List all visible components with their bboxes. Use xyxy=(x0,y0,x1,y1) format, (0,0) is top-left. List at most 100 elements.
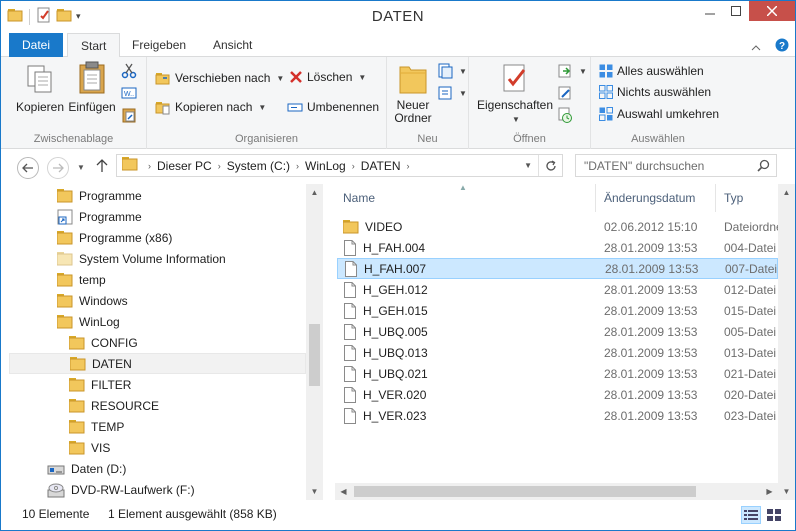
help-icon[interactable]: ? xyxy=(775,38,789,55)
easy-access-icon xyxy=(438,86,452,100)
tree-item-daten[interactable]: DATEN xyxy=(9,353,306,374)
list-scroll-down-icon[interactable]: ▼ xyxy=(778,483,795,500)
move-to-button[interactable]: Verschieben nach ▼ xyxy=(155,70,284,86)
cut-button[interactable] xyxy=(121,63,137,79)
refresh-button[interactable] xyxy=(538,155,562,176)
tab-view[interactable]: Ansicht xyxy=(200,33,265,57)
folder-icon xyxy=(70,356,86,371)
select-all-button[interactable]: Alles auswählen xyxy=(599,64,704,78)
paste-button[interactable]: Einfügen xyxy=(67,61,117,114)
recent-locations-icon[interactable]: ▼ xyxy=(77,163,85,172)
copy-to-button[interactable]: Kopieren nach ▼ xyxy=(155,99,266,115)
details-view-button[interactable] xyxy=(741,506,761,524)
breadcrumb-system-c[interactable]: System (C:) › xyxy=(227,159,305,173)
tree-item-windows[interactable]: Windows xyxy=(57,290,128,311)
scroll-down-icon[interactable]: ▼ xyxy=(306,483,323,500)
invert-selection-label: Auswahl umkehren xyxy=(617,107,720,121)
edit-button[interactable] xyxy=(557,85,573,101)
paste-label: Einfügen xyxy=(68,100,116,114)
file-row[interactable]: H_GEH.012 28.01.2009 13:53 012-Datei xyxy=(337,279,778,300)
search-input[interactable]: "DATEN" durchsuchen xyxy=(575,154,777,177)
tab-home[interactable]: Start xyxy=(67,33,121,58)
file-row[interactable]: H_VER.020 28.01.2009 13:53 020-Datei xyxy=(337,384,778,405)
file-list-scrollbar[interactable]: ▲ ▼ xyxy=(778,184,795,500)
scroll-left-icon[interactable]: ◀ xyxy=(335,483,352,500)
tree-item-temp[interactable]: temp xyxy=(57,269,106,290)
back-button[interactable] xyxy=(17,157,39,179)
crumb-separator-icon[interactable]: › xyxy=(148,161,151,171)
tree-item-winlog[interactable]: WinLog xyxy=(57,311,120,332)
file-row[interactable]: H_UBQ.021 28.01.2009 13:53 021-Datei xyxy=(337,363,778,384)
tree-item-label: temp xyxy=(79,272,106,287)
tree-item-programme[interactable]: Programme xyxy=(57,185,142,206)
forward-button[interactable] xyxy=(47,157,69,179)
easy-access-button[interactable]: ▼ xyxy=(437,85,467,101)
scroll-up-icon[interactable]: ▲ xyxy=(306,184,323,201)
tree-item-label: DATEN xyxy=(92,356,132,371)
horizontal-scrollbar-thumb[interactable] xyxy=(354,486,696,497)
tree-item-dvd-rw-laufwerk-f[interactable]: DVD-RW-Laufwerk (F:) xyxy=(47,479,195,500)
tree-item-temp[interactable]: TEMP xyxy=(69,416,124,437)
scrollbar-thumb[interactable] xyxy=(309,324,320,386)
tree-item-filter[interactable]: FILTER xyxy=(69,374,131,395)
collapse-ribbon-icon[interactable] xyxy=(751,40,761,54)
tree-item-vis[interactable]: VIS xyxy=(69,437,110,458)
folder-icon xyxy=(57,188,73,203)
folder-icon xyxy=(69,377,85,392)
tree-item-label: System Volume Information xyxy=(79,251,226,266)
address-bar[interactable]: › Dieser PC › System (C:) › WinLog › DATEN ›… xyxy=(116,154,563,177)
list-scroll-up-icon[interactable]: ▲ xyxy=(778,184,795,201)
rename-button[interactable]: Umbenennen xyxy=(287,99,379,115)
tree-item-resource[interactable]: RESOURCE xyxy=(69,395,159,416)
address-history-icon[interactable]: ▼ xyxy=(524,161,532,170)
tab-file[interactable]: Datei xyxy=(9,33,64,57)
invert-selection-button[interactable]: Auswahl umkehren xyxy=(599,107,719,121)
new-folder-button[interactable]: Neuer Ordner xyxy=(393,61,433,125)
tree-item-daten-d[interactable]: Daten (D:) xyxy=(47,458,126,479)
file-name-cell: H_FAH.004 xyxy=(343,239,425,256)
file-row[interactable]: H_FAH.004 28.01.2009 13:53 004-Datei xyxy=(337,237,778,258)
maximize-button[interactable] xyxy=(723,1,749,21)
tree-item-label: DVD-RW-Laufwerk (F:) xyxy=(71,482,195,497)
refresh-icon xyxy=(545,159,556,171)
open-button[interactable]: ▼ xyxy=(557,63,587,79)
copy-path-button[interactable]: W.. xyxy=(121,85,137,101)
navigation-pane-scrollbar[interactable]: ▲ ▼ xyxy=(306,184,323,500)
breadcrumb-winlog[interactable]: WinLog › xyxy=(305,159,361,173)
properties-button[interactable]: Eigenschaften ▼ xyxy=(475,63,555,126)
select-none-label: Nichts auswählen xyxy=(617,85,712,99)
tree-item-label: TEMP xyxy=(91,419,125,434)
search-icon[interactable] xyxy=(757,159,770,175)
file-row[interactable]: H_UBQ.013 28.01.2009 13:53 013-Datei xyxy=(337,342,778,363)
scroll-right-icon[interactable]: ▶ xyxy=(761,483,778,500)
file-row[interactable]: H_GEH.015 28.01.2009 13:53 015-Datei xyxy=(337,300,778,321)
new-item-button[interactable]: ▼ xyxy=(437,63,467,79)
large-icons-view-button[interactable] xyxy=(764,506,784,524)
file-row[interactable]: H_FAH.007 28.01.2009 13:53 007-Datei xyxy=(337,258,778,279)
tree-item-system-volume-information[interactable]: System Volume Information xyxy=(57,248,226,269)
delete-button[interactable]: Löschen ▼ xyxy=(289,70,366,84)
breadcrumb-this-pc[interactable]: Dieser PC › xyxy=(157,159,227,173)
breadcrumb-daten[interactable]: DATEN › xyxy=(361,159,416,173)
close-button[interactable] xyxy=(749,1,795,21)
tree-item-config[interactable]: CONFIG xyxy=(69,332,138,353)
svg-text:W..: W.. xyxy=(124,91,134,98)
file-date: 28.01.2009 13:53 xyxy=(604,324,698,339)
column-header-type[interactable]: Typ xyxy=(715,184,778,212)
file-list-horizontal-scrollbar[interactable]: ◀ ▶ xyxy=(335,483,778,500)
column-header-date[interactable]: Änderungsdatum xyxy=(595,184,715,212)
copy-button[interactable]: Kopieren xyxy=(15,63,65,114)
tree-item-programme[interactable]: Programme xyxy=(57,206,142,227)
address-folder-icon xyxy=(121,157,138,174)
history-icon xyxy=(558,107,572,123)
file-row[interactable]: VIDEO 02.06.2012 15:10 Dateiordner xyxy=(337,216,787,237)
file-row[interactable]: H_UBQ.005 28.01.2009 13:53 005-Datei xyxy=(337,321,778,342)
tree-item-programme-x86[interactable]: Programme (x86) xyxy=(57,227,172,248)
file-row[interactable]: H_VER.023 28.01.2009 13:53 023-Datei xyxy=(337,405,778,426)
history-button[interactable] xyxy=(557,107,573,123)
tab-share[interactable]: Freigeben xyxy=(119,33,199,57)
minimize-button[interactable] xyxy=(697,1,723,21)
paste-shortcut-button[interactable] xyxy=(121,107,137,123)
up-button[interactable] xyxy=(96,159,108,176)
select-none-button[interactable]: Nichts auswählen xyxy=(599,85,711,99)
